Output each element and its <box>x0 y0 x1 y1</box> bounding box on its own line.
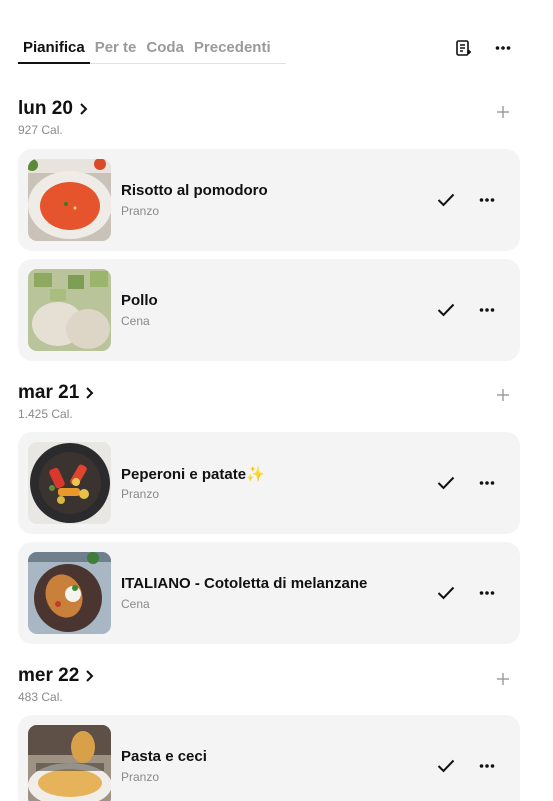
more-options-icon[interactable] <box>476 472 498 494</box>
tab-coda[interactable]: Coda <box>141 36 189 64</box>
chicken-image <box>28 269 111 351</box>
meal-title: Pasta e ceci <box>121 748 207 765</box>
plus-icon <box>497 673 509 685</box>
day-calories: 1.425 Cal. <box>18 407 73 421</box>
more-horizontal-icon[interactable] <box>491 36 515 60</box>
check-icon[interactable] <box>435 472 457 494</box>
shopping-list-icon[interactable] <box>451 36 475 60</box>
meal-card[interactable]: Peperoni e patate✨ Pranzo <box>18 432 520 534</box>
meal-card[interactable]: Risotto al pomodoro Pranzo <box>18 149 520 251</box>
more-options-icon[interactable] <box>476 189 498 211</box>
eggplant-cutlet-image <box>28 552 111 634</box>
check-icon[interactable] <box>435 189 457 211</box>
meal-type: Pranzo <box>121 770 160 784</box>
tab-pianifica[interactable]: Pianifica <box>18 36 90 64</box>
day-title[interactable]: mer 22 <box>18 665 94 687</box>
check-icon[interactable] <box>435 299 457 321</box>
meal-card[interactable]: ITALIANO - Cotoletta di melanzane Cena <box>18 542 520 644</box>
tab-precedenti[interactable]: Precedenti <box>189 36 276 64</box>
tomato-risotto-image <box>28 159 111 241</box>
meal-title: Risotto al pomodoro <box>121 182 268 199</box>
meal-title: Pollo <box>121 292 158 309</box>
meal-title: ITALIANO - Cotoletta di melanzane <box>121 575 368 592</box>
add-meal-button[interactable] <box>492 101 514 123</box>
day-title-label: mer 22 <box>18 665 80 686</box>
meal-card[interactable]: Pollo Cena <box>18 259 520 361</box>
day-calories: 483 Cal. <box>18 690 63 704</box>
more-options-icon[interactable] <box>476 299 498 321</box>
peppers-potatoes-image <box>28 442 111 524</box>
more-options-icon[interactable] <box>476 582 498 604</box>
tab-per-te[interactable]: Per te <box>90 36 142 64</box>
chevron-right-icon <box>86 670 94 682</box>
chevron-right-icon <box>86 387 94 399</box>
check-icon[interactable] <box>435 582 457 604</box>
add-meal-button[interactable] <box>492 384 514 406</box>
day-title[interactable]: mar 21 <box>18 382 94 404</box>
tab-bar: Pianifica Per te Coda Precedenti <box>18 36 286 64</box>
meal-type: Pranzo <box>121 487 160 501</box>
check-icon[interactable] <box>435 755 457 777</box>
meal-type: Pranzo <box>121 204 160 218</box>
chevron-right-icon <box>80 103 88 115</box>
day-header: lun 20 927 Cal. <box>18 98 88 137</box>
meal-type: Cena <box>121 597 150 611</box>
meal-title: Peperoni e patate✨ <box>121 466 265 483</box>
plus-icon <box>497 389 509 401</box>
pasta-chickpeas-image <box>28 725 111 801</box>
day-title-label: lun 20 <box>18 98 73 119</box>
day-header: mar 21 1.425 Cal. <box>18 382 94 421</box>
meal-card[interactable]: Pasta e ceci Pranzo <box>18 715 520 801</box>
day-header: mer 22 483 Cal. <box>18 665 94 704</box>
add-meal-button[interactable] <box>492 668 514 690</box>
meal-type: Cena <box>121 314 150 328</box>
day-title[interactable]: lun 20 <box>18 98 88 120</box>
day-calories: 927 Cal. <box>18 123 63 137</box>
more-options-icon[interactable] <box>476 755 498 777</box>
day-title-label: mar 21 <box>18 382 80 403</box>
plus-icon <box>497 106 509 118</box>
